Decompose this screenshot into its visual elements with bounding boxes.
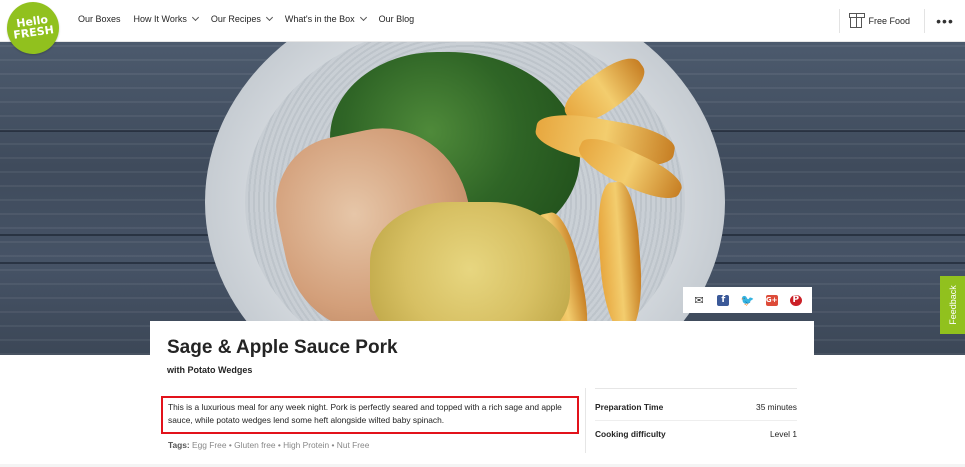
feedback-label: Feedback xyxy=(947,285,958,325)
chevron-down-icon xyxy=(191,13,199,22)
preparation-time-row: Preparation Time 35 minutes xyxy=(595,402,797,412)
social-share-bar: ✉ f 🐦 G+ P xyxy=(683,287,812,313)
meta-divider xyxy=(595,420,797,421)
tags-label: Tags: xyxy=(168,440,190,450)
twitter-icon[interactable]: 🐦 xyxy=(741,294,755,307)
nav-how-it-works[interactable]: How It Works xyxy=(133,13,199,24)
nav-our-boxes[interactable]: Our Boxes xyxy=(78,14,121,24)
tags-list: Egg Free • Gluten free • High Protein • … xyxy=(192,440,370,450)
nav-whats-in-the-box[interactable]: What's in the Box xyxy=(284,13,367,24)
free-food-button[interactable]: Free Food xyxy=(840,13,924,28)
recipe-subtitle: with Potato Wedges xyxy=(167,365,253,375)
chevron-down-icon xyxy=(359,13,367,22)
nav-label: Our Recipes xyxy=(210,14,261,24)
cooking-difficulty-row: Cooking difficulty Level 1 xyxy=(595,429,797,439)
more-menu-button[interactable]: ••• xyxy=(925,13,965,29)
recipe-title: Sage & Apple Sauce Pork xyxy=(167,337,398,358)
meta-top-divider xyxy=(595,388,797,389)
facebook-icon[interactable]: f xyxy=(717,294,730,306)
main-nav: Our Boxes How It Works Our Recipes What'… xyxy=(78,13,415,24)
difficulty-label: Cooking difficulty xyxy=(595,429,666,439)
gift-icon xyxy=(849,13,866,28)
nav-our-recipes[interactable]: Our Recipes xyxy=(210,13,273,24)
column-divider xyxy=(585,388,586,453)
free-food-label: Free Food xyxy=(868,16,910,26)
site-header: Hello FRESH Our Boxes How It Works Our R… xyxy=(0,0,965,58)
header-actions: Free Food ••• xyxy=(839,0,965,42)
highlight-box xyxy=(161,396,579,434)
nav-label: Our Boxes xyxy=(78,14,121,24)
nav-label: What's in the Box xyxy=(284,14,355,24)
recipe-tags: Tags: Egg Free • Gluten free • High Prot… xyxy=(168,440,369,450)
difficulty-value: Level 1 xyxy=(769,429,797,439)
nav-label: How It Works xyxy=(133,14,187,24)
recipe-card: Sage & Apple Sauce Pork with Potato Wedg… xyxy=(150,321,814,467)
mail-icon[interactable]: ✉ xyxy=(693,294,705,307)
prep-label: Preparation Time xyxy=(595,402,664,412)
nav-label: Our Blog xyxy=(378,14,415,24)
recipe-hero-image xyxy=(0,42,965,355)
chevron-down-icon xyxy=(265,13,273,22)
google-plus-icon[interactable]: G+ xyxy=(765,294,778,306)
nav-our-blog[interactable]: Our Blog xyxy=(379,14,415,24)
feedback-tab[interactable]: Feedback xyxy=(940,276,965,334)
prep-value: 35 minutes xyxy=(756,402,797,412)
pinterest-icon[interactable]: P xyxy=(789,294,802,306)
